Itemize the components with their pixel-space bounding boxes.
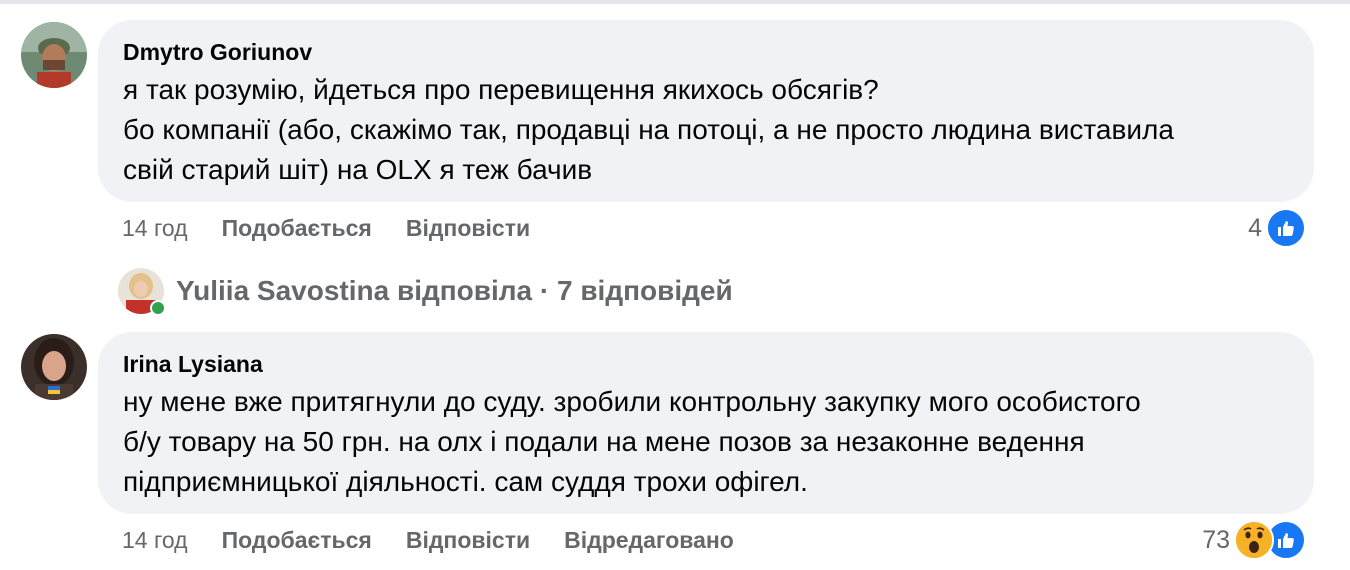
comment-author[interactable]: Dmytro Goriunov <box>123 38 1288 66</box>
reaction-count: 73 <box>1202 525 1230 554</box>
comment-line: ну мене вже притягнули до суду. зробили … <box>123 386 1141 417</box>
reaction-summary[interactable]: 73 <box>1202 520 1306 560</box>
comment-line: б/у товару на 50 грн. на олх і подали на… <box>123 426 1085 457</box>
comment-author[interactable]: Irina Lysiana <box>123 350 1288 378</box>
comment-bubble: Dmytro Goriunov я так розумію, йдеться п… <box>98 20 1314 202</box>
comment-actions: 14 год Подобається Відповісти Відредагов… <box>122 520 734 560</box>
online-status-icon <box>150 300 166 316</box>
reply-button[interactable]: Відповісти <box>406 215 530 242</box>
reply-button[interactable]: Відповісти <box>406 527 530 554</box>
comment-timestamp[interactable]: 14 год <box>122 215 188 242</box>
reaction-count: 4 <box>1248 213 1262 242</box>
like-button[interactable]: Подобається <box>222 527 372 554</box>
comment-text: я так розумію, йдеться про перевищення я… <box>123 70 1288 190</box>
like-icon <box>1266 208 1306 248</box>
comment-actions: 14 год Подобається Відповісти <box>122 208 530 248</box>
comment-line: я так розумію, йдеться про перевищення я… <box>123 74 879 105</box>
view-replies-link[interactable]: Yuliia Savostina відповіла · 7 відповіде… <box>118 266 733 316</box>
avatar[interactable] <box>21 22 87 88</box>
avatar[interactable] <box>21 334 87 400</box>
comment-timestamp[interactable]: 14 год <box>122 527 188 554</box>
top-divider <box>0 0 1350 4</box>
edited-label[interactable]: Відредаговано <box>564 527 734 554</box>
like-button[interactable]: Подобається <box>222 215 372 242</box>
comment-line: підприємницької діяльності. сам суддя тр… <box>123 466 808 497</box>
comment-line: свій старий шіт) на OLX я теж бачив <box>123 154 593 185</box>
replies-summary[interactable]: Yuliia Savostina відповіла · 7 відповіде… <box>176 275 733 307</box>
comment-bubble: Irina Lysiana ну мене вже притягнули до … <box>98 332 1314 514</box>
comment-line: бо компанії (або, скажімо так, продавці … <box>123 114 1174 145</box>
comment-text: ну мене вже притягнули до суду. зробили … <box>123 382 1288 502</box>
reaction-summary[interactable]: 4 <box>1248 208 1306 248</box>
wow-icon <box>1234 520 1274 560</box>
